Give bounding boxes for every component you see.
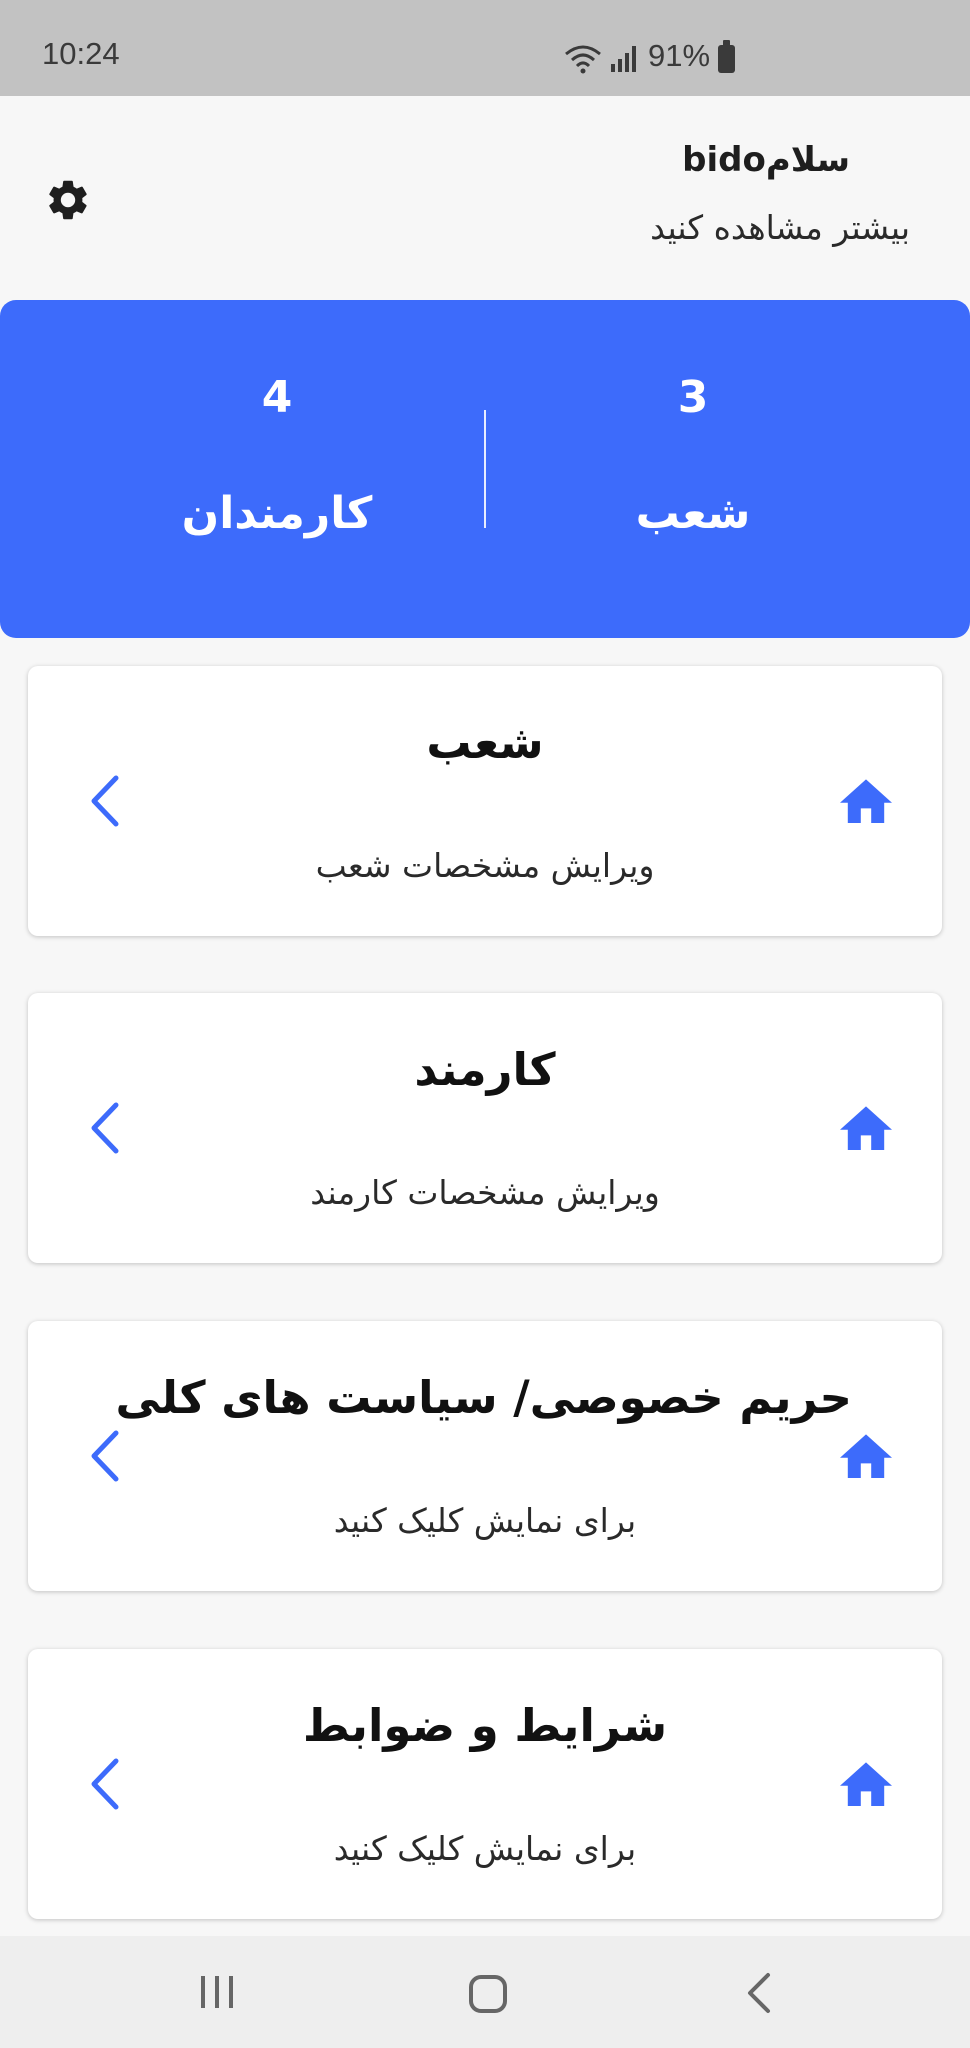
home-icon xyxy=(840,1762,892,1806)
menu-card-branches[interactable]: شعب ویرایش مشخصات شعب xyxy=(28,666,942,936)
employees-label: کارمندان xyxy=(181,488,373,539)
card-subtitle: برای نمایش کلیک کنید xyxy=(333,1829,637,1868)
card-title: حریم خصوصی/ سیاست های کلی xyxy=(115,1371,852,1424)
menu-card-employee[interactable]: کارمند ویرایش مشخصات کارمند xyxy=(28,993,942,1263)
wifi-icon xyxy=(565,45,601,74)
chevron-left-icon xyxy=(91,1430,119,1482)
status-time: 10:24 xyxy=(42,36,120,71)
menu-card-terms[interactable]: شرایط و ضوابط برای نمایش کلیک کنید xyxy=(28,1649,942,1919)
chevron-left-icon xyxy=(91,1102,119,1154)
gear-icon[interactable] xyxy=(44,176,92,224)
back-icon[interactable] xyxy=(744,1972,774,2014)
status-bar: 10:24 91% xyxy=(0,0,970,96)
recent-apps-icon[interactable] xyxy=(198,1974,236,2010)
see-more-text[interactable]: بیشتر مشاهده کنید xyxy=(650,208,910,247)
home-icon xyxy=(840,779,892,823)
card-title: کارمند xyxy=(414,1043,556,1096)
greeting-text: سلامbido xyxy=(682,140,850,180)
card-subtitle: ویرایش مشخصات کارمند xyxy=(310,1173,660,1212)
card-title: شرایط و ضوابط xyxy=(302,1699,668,1752)
stats-divider xyxy=(484,410,486,528)
signal-icon xyxy=(611,46,636,72)
stats-card: 3 شعب 4 کارمندان xyxy=(0,300,970,638)
home-icon xyxy=(840,1106,892,1150)
system-nav-bar xyxy=(0,1936,970,2048)
menu-card-privacy[interactable]: حریم خصوصی/ سیاست های کلی برای نمایش کلی… xyxy=(28,1321,942,1591)
battery-icon xyxy=(718,40,735,73)
branches-label: شعب xyxy=(635,488,751,539)
employees-count: 4 xyxy=(261,372,293,423)
card-subtitle: ویرایش مشخصات شعب xyxy=(315,846,655,885)
battery-percentage: 91% xyxy=(648,38,711,73)
card-subtitle: برای نمایش کلیک کنید xyxy=(333,1501,637,1540)
chevron-left-icon xyxy=(91,775,119,827)
home-icon xyxy=(840,1434,892,1478)
home-button-icon[interactable] xyxy=(468,1974,508,2014)
chevron-left-icon xyxy=(91,1758,119,1810)
branches-count: 3 xyxy=(677,372,709,423)
header xyxy=(0,96,970,296)
card-title: شعب xyxy=(426,716,544,769)
